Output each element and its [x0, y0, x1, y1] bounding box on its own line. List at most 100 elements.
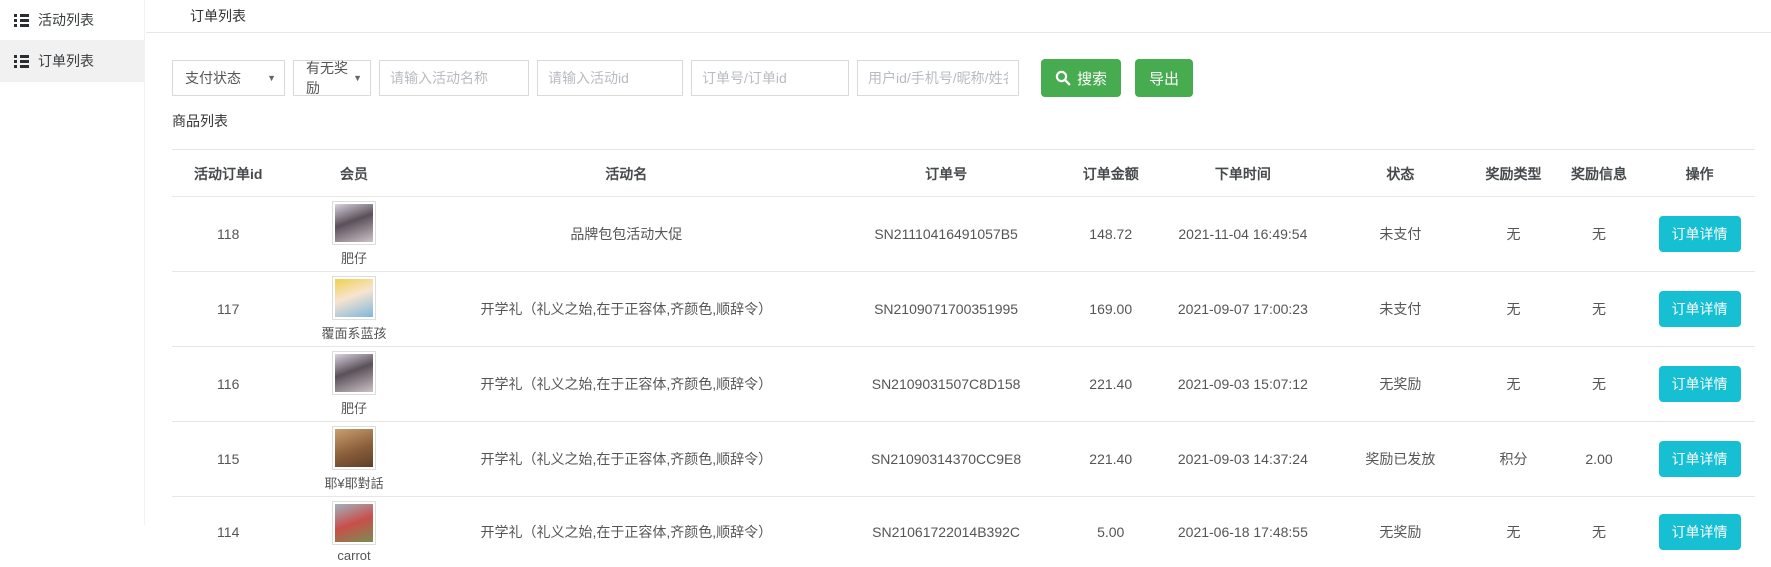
tab-bar: 订单列表	[146, 0, 1771, 33]
col-header-reward-type: 奖励类型	[1473, 150, 1554, 197]
chevron-down-icon: ▼	[353, 73, 362, 83]
reward-filter-value: 有无奖励	[306, 58, 348, 98]
cell-reward-type: 无	[1473, 197, 1554, 272]
cell-time: 2021-11-04 16:49:54	[1158, 197, 1327, 272]
cell-status: 奖励已发放	[1328, 422, 1474, 497]
payment-status-value: 支付状态	[185, 68, 241, 88]
cell-order-no: SN21090314370CC9E8	[829, 422, 1063, 497]
table-row: 116 肥仔 开学礼（礼义之始,在于正容体,齐颜色,顺辞令） SN2109031…	[172, 347, 1755, 422]
col-header-order-no: 订单号	[829, 150, 1063, 197]
cell-actions: 订单详情	[1644, 272, 1755, 347]
cell-reward-info: 无	[1554, 272, 1644, 347]
cell-order-no: SN2109071700351995	[829, 272, 1063, 347]
main-content: 订单列表 支付状态 ▼ 有无奖励 ▼ 搜索 导出 商品列表	[146, 0, 1771, 525]
cell-member: 覆面系蓝孩	[284, 272, 423, 347]
member-name: carrot	[337, 548, 370, 563]
cell-time: 2021-09-03 14:37:24	[1158, 422, 1327, 497]
order-detail-button[interactable]: 订单详情	[1659, 514, 1741, 550]
avatar	[332, 501, 376, 545]
activity-id-input[interactable]	[537, 60, 683, 96]
export-button[interactable]: 导出	[1135, 59, 1193, 97]
tab-order-list[interactable]: 订单列表	[190, 6, 246, 26]
cell-reward-info: 2.00	[1554, 422, 1644, 497]
cell-member: 肥仔	[284, 197, 423, 272]
payment-status-select[interactable]: 支付状态 ▼	[172, 60, 285, 96]
avatar	[332, 426, 376, 470]
cell-order-id: 117	[172, 272, 284, 347]
sidebar-item-order-list[interactable]: 订单列表	[0, 41, 144, 82]
table-row: 114 carrot 开学礼（礼义之始,在于正容体,齐颜色,顺辞令） SN210…	[172, 497, 1755, 567]
order-detail-button[interactable]: 订单详情	[1659, 366, 1741, 402]
col-header-amount: 订单金额	[1063, 150, 1158, 197]
col-header-reward-info: 奖励信息	[1554, 150, 1644, 197]
cell-status: 无奖励	[1328, 347, 1474, 422]
cell-reward-info: 无	[1554, 347, 1644, 422]
cell-order-id: 114	[172, 497, 284, 567]
cell-time: 2021-09-03 15:07:12	[1158, 347, 1327, 422]
order-detail-button[interactable]: 订单详情	[1659, 216, 1741, 252]
sidebar: 活动列表 订单列表	[0, 0, 145, 525]
table-row: 117 覆面系蓝孩 开学礼（礼义之始,在于正容体,齐颜色,顺辞令） SN2109…	[172, 272, 1755, 347]
sidebar-item-label: 订单列表	[38, 51, 94, 71]
list-icon	[14, 12, 29, 29]
cell-order-no: SN2109031507C8D158	[829, 347, 1063, 422]
cell-activity: 开学礼（礼义之始,在于正容体,齐颜色,顺辞令）	[424, 347, 829, 422]
reward-filter-select[interactable]: 有无奖励 ▼	[293, 60, 371, 96]
cell-order-no: SN21110416491057B5	[829, 197, 1063, 272]
cell-activity: 开学礼（礼义之始,在于正容体,齐颜色,顺辞令）	[424, 422, 829, 497]
cell-reward-type: 无	[1473, 497, 1554, 567]
search-button-label: 搜索	[1077, 68, 1107, 89]
cell-amount: 169.00	[1063, 272, 1158, 347]
cell-time: 2021-09-07 17:00:23	[1158, 272, 1327, 347]
col-header-time: 下单时间	[1158, 150, 1327, 197]
member-name: 覆面系蓝孩	[322, 323, 387, 342]
cell-order-id: 115	[172, 422, 284, 497]
member-name: 肥仔	[341, 398, 367, 417]
avatar	[332, 276, 376, 320]
cell-reward-type: 无	[1473, 272, 1554, 347]
chevron-down-icon: ▼	[267, 73, 276, 83]
col-header-member: 会员	[284, 150, 423, 197]
cell-actions: 订单详情	[1644, 347, 1755, 422]
avatar	[332, 351, 376, 395]
cell-status: 无奖励	[1328, 497, 1474, 567]
cell-amount: 148.72	[1063, 197, 1158, 272]
user-search-input[interactable]	[857, 60, 1019, 96]
cell-actions: 订单详情	[1644, 422, 1755, 497]
activity-name-input[interactable]	[379, 60, 529, 96]
search-button[interactable]: 搜索	[1041, 59, 1121, 97]
cell-member: carrot	[284, 497, 423, 567]
cell-actions: 订单详情	[1644, 497, 1755, 567]
cell-time: 2021-06-18 17:48:55	[1158, 497, 1327, 567]
order-table-wrap: 活动订单id 会员 活动名 订单号 订单金额 下单时间 状态 奖励类型 奖励信息…	[172, 149, 1755, 567]
cell-actions: 订单详情	[1644, 197, 1755, 272]
order-detail-button[interactable]: 订单详情	[1659, 291, 1741, 327]
col-header-actions: 操作	[1644, 150, 1755, 197]
order-detail-button[interactable]: 订单详情	[1659, 441, 1741, 477]
cell-order-id: 116	[172, 347, 284, 422]
cell-reward-type: 无	[1473, 347, 1554, 422]
avatar	[332, 201, 376, 245]
cell-amount: 221.40	[1063, 347, 1158, 422]
cell-activity: 开学礼（礼义之始,在于正容体,齐颜色,顺辞令）	[424, 497, 829, 567]
member-name: 耶¥耶對話	[324, 473, 383, 492]
cell-reward-type: 积分	[1473, 422, 1554, 497]
sidebar-item-activity-list[interactable]: 活动列表	[0, 0, 144, 41]
cell-reward-info: 无	[1554, 197, 1644, 272]
cell-status: 未支付	[1328, 272, 1474, 347]
cell-amount: 221.40	[1063, 422, 1158, 497]
col-header-status: 状态	[1328, 150, 1474, 197]
cell-order-id: 118	[172, 197, 284, 272]
section-label-goods-list: 商品列表	[172, 111, 1771, 131]
cell-member: 肥仔	[284, 347, 423, 422]
search-icon	[1055, 70, 1071, 86]
filter-bar: 支付状态 ▼ 有无奖励 ▼ 搜索 导出	[172, 59, 1771, 97]
sidebar-item-label: 活动列表	[38, 10, 94, 30]
cell-reward-info: 无	[1554, 497, 1644, 567]
order-table: 活动订单id 会员 活动名 订单号 订单金额 下单时间 状态 奖励类型 奖励信息…	[172, 150, 1755, 567]
cell-amount: 5.00	[1063, 497, 1158, 567]
export-button-label: 导出	[1149, 68, 1179, 89]
cell-activity: 开学礼（礼义之始,在于正容体,齐颜色,顺辞令）	[424, 272, 829, 347]
table-row: 115 耶¥耶對話 开学礼（礼义之始,在于正容体,齐颜色,顺辞令） SN2109…	[172, 422, 1755, 497]
order-no-input[interactable]	[691, 60, 849, 96]
